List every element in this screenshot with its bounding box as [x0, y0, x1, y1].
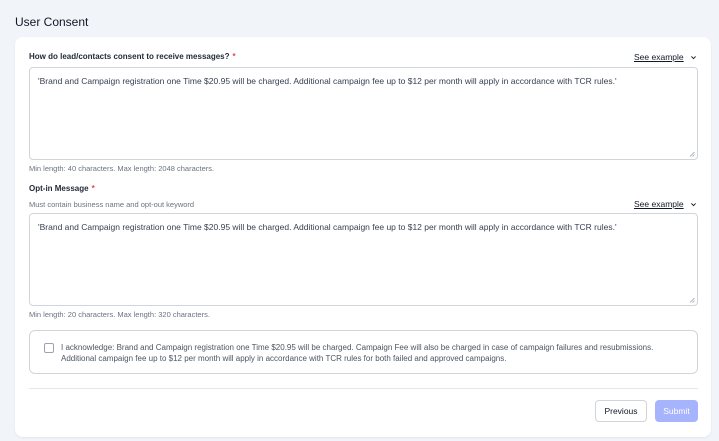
consent-hint: Min length: 40 characters. Max length: 2… [29, 164, 215, 173]
optin-textarea[interactable]: 'Brand and Campaign registration one Tim… [29, 213, 698, 306]
section-title: User Consent [15, 15, 89, 29]
consent-textarea[interactable]: 'Brand and Campaign registration one Tim… [29, 67, 698, 160]
footer-divider [29, 388, 698, 389]
see-example-link-optin[interactable]: See example [634, 199, 697, 209]
chevron-down-icon [690, 202, 696, 206]
resize-handle-icon[interactable] [689, 151, 695, 157]
consent-question-label-text: How do lead/contacts consent to receive … [29, 52, 230, 61]
acknowledge-text: I acknowledge: Brand and Campaign regist… [61, 343, 654, 364]
optin-sublabel: Must contain business name and opt-out k… [29, 200, 195, 209]
consent-question-label: How do lead/contacts consent to receive … [29, 52, 236, 61]
resize-handle-icon[interactable] [689, 297, 695, 303]
consent-card: How do lead/contacts consent to receive … [15, 37, 711, 437]
previous-button[interactable]: Previous [595, 400, 647, 422]
submit-button[interactable]: Submit [655, 400, 698, 422]
acknowledge-checkbox[interactable] [44, 343, 54, 353]
see-example-label: See example [634, 199, 684, 209]
optin-label-text: Opt-in Message [29, 184, 89, 193]
acknowledge-box: I acknowledge: Brand and Campaign regist… [29, 330, 698, 374]
optin-textarea-value: 'Brand and Campaign registration one Tim… [38, 222, 617, 232]
optin-hint: Min length: 20 characters. Max length: 3… [29, 310, 210, 319]
required-mark: * [91, 184, 95, 193]
required-mark: * [232, 52, 236, 61]
see-example-link-consent[interactable]: See example [634, 52, 697, 62]
consent-textarea-value: 'Brand and Campaign registration one Tim… [38, 76, 617, 86]
chevron-down-icon [690, 55, 696, 59]
see-example-label: See example [634, 52, 684, 62]
optin-label: Opt-in Message * [29, 184, 95, 193]
